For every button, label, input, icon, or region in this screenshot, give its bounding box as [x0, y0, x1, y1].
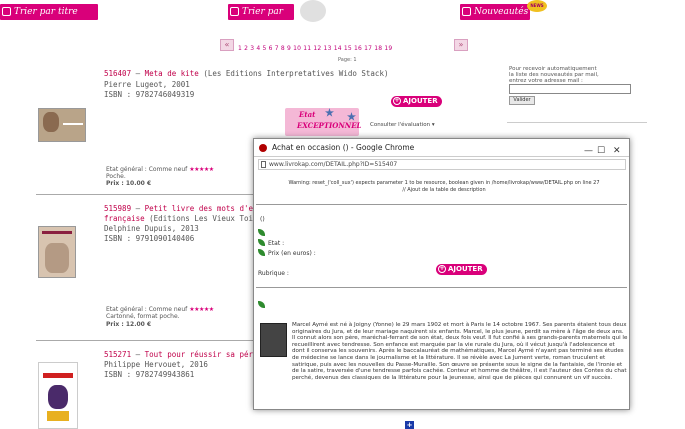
book-2-cover-illustration [45, 243, 69, 273]
book-2-extra: Cartonné, format poche. [106, 313, 180, 320]
book-1-cover-text [63, 123, 83, 125]
book-2-cover-title [42, 231, 72, 234]
book-2-header-2: française (Editions Les Vieux Toiles) [104, 214, 271, 223]
add-to-cart-button-1[interactable]: + AJOUTER [391, 96, 442, 107]
popup-add-to-cart-label: AJOUTER [448, 265, 483, 273]
book-3-isbn: ISBN : 9782749943861 [104, 370, 195, 379]
page-indicator: Page: 1 [338, 57, 357, 63]
plus-icon: + [438, 265, 446, 273]
newsletter-submit-button[interactable]: Valider [509, 96, 535, 105]
book-1-publisher: (Les Editions Interpretatives Wido Stack… [198, 69, 389, 78]
popup-title-bar[interactable]: Achat en occasion () - Google Chrome — ☐… [254, 139, 629, 157]
news-badge: NEWS [527, 0, 547, 12]
popup-address-bar[interactable]: www.livrokap.com/DETAIL.php?ID=515407 [258, 159, 626, 170]
php-warning-line-2: // Ajout de la table de description [402, 187, 486, 193]
leaf-icon [258, 239, 265, 246]
leaf-icon [258, 301, 265, 308]
book-1-dash: – [131, 69, 145, 78]
popup-window[interactable]: Achat en occasion () - Google Chrome — ☐… [253, 138, 630, 410]
pager-prev-button[interactable]: « [220, 39, 234, 51]
book-2-author: Delphine Dupuis, 2013 [104, 224, 199, 233]
new-items-label: Nouveautés [474, 7, 529, 17]
book-2-isbn: ISBN : 9791090140406 [104, 234, 195, 243]
expand-plus-button[interactable]: + [405, 421, 414, 429]
php-warning-line-1: Warning: reset_('coll_sux') expects para… [288, 180, 600, 186]
book-1-price-label: Prix : [106, 180, 126, 187]
popup-divider [256, 287, 627, 288]
book-1-stars: ★★★★★ [189, 166, 214, 173]
chrome-icon [259, 144, 267, 152]
popup-prix-label: Prix (en euros) : [268, 250, 316, 257]
sort-by-price-button[interactable]: Trier par prix [228, 4, 294, 33]
sidebar-divider [507, 122, 647, 123]
book-2-state-label: Etat général : Comme neuf [106, 306, 188, 313]
star-icon: ★ [347, 112, 356, 123]
pager-pages[interactable]: 1 2 3 4 5 6 7 8 9 10 11 12 13 14 15 16 1… [238, 45, 392, 52]
popup-title: Achat en occasion () - Google Chrome [272, 143, 415, 152]
book-2-ref[interactable]: 515989 [104, 204, 131, 213]
popup-url-text: www.livrokap.com/DETAIL.php?ID=515407 [269, 161, 398, 168]
leaf-icon [258, 249, 265, 256]
popup-divider [256, 204, 627, 205]
book-1-ref[interactable]: 516407 [104, 69, 131, 78]
sort-by-price-label: Trier par prix [242, 7, 284, 33]
pager-next-button[interactable]: » [454, 39, 468, 51]
plus-icon: + [393, 97, 401, 105]
sort-icon [230, 7, 239, 16]
author-biography: Marcel Aymé est né à Joigny (Yonne) le 2… [292, 322, 628, 381]
etat-line-1: Etat [299, 110, 316, 119]
sort-by-title-button[interactable]: Trier par titre [0, 4, 98, 20]
book-2-price: Prix : 12.00 € [106, 321, 151, 328]
book-3-dash: – [131, 350, 145, 359]
author-photo [260, 323, 287, 357]
book-1-isbn: ISBN : 9782746049319 [104, 90, 195, 99]
book-2-cover[interactable] [38, 226, 76, 278]
book-1-extra: Poche. [106, 173, 126, 180]
minimize-button[interactable]: — [584, 142, 593, 160]
popup-etat-label: Etat : [268, 240, 285, 247]
book-2-title-2[interactable]: française [104, 214, 145, 223]
book-1-cover[interactable] [38, 108, 86, 142]
book-2-dash: – [131, 204, 145, 213]
maximize-button[interactable]: ☐ [597, 142, 605, 160]
sort-by-title-label: Trier par titre [14, 7, 78, 17]
etat-evaluation-select[interactable]: Consulter l'évaluation ▾ [370, 122, 450, 131]
book-1-cover-portrait [43, 112, 59, 132]
add-to-cart-label: AJOUTER [403, 97, 438, 105]
book-2-price-value: 12.00 € [125, 321, 152, 328]
book-1-price: Prix : 10.00 € [106, 180, 151, 187]
book-1-state-label: Etat général : Comme neuf [106, 166, 188, 173]
leaf-icon [258, 229, 265, 236]
sort-icon [2, 7, 11, 16]
book-3-ref[interactable]: 515271 [104, 350, 131, 359]
book-1-header: 516407 – Meta de kite (Les Editions Inte… [104, 69, 388, 78]
page-icon [261, 161, 266, 168]
book-divider [36, 340, 254, 341]
book-divider [36, 194, 254, 195]
popup-index: () [260, 216, 265, 223]
newsletter-email-input[interactable] [509, 84, 631, 94]
book-3-cover[interactable] [38, 362, 78, 429]
star-icon: ★ [325, 108, 334, 119]
book-1-state: Etat général : Comme neuf ★★★★★ [106, 166, 214, 173]
sort-icon [462, 7, 471, 16]
popup-rubrique-label: Rubrique : [258, 270, 289, 277]
book-3-cover-title [43, 373, 73, 378]
book-2-stars: ★★★★★ [189, 306, 214, 313]
book-3-cover-base [47, 411, 69, 421]
mascot-icon [300, 0, 326, 22]
close-button[interactable]: ✕ [613, 142, 621, 160]
book-1-price-value: 10.00 € [125, 180, 152, 187]
book-3-author: Philippe Hervouet, 2016 [104, 360, 208, 369]
book-1-author: Pierre Lugeot, 2001 [104, 80, 190, 89]
book-2-state: Etat général : Comme neuf ★★★★★ [106, 306, 214, 313]
popup-add-to-cart-button[interactable]: + AJOUTER [436, 264, 487, 275]
etat-exceptionnel-badge: Etat EXCEPTIONNEL ★ ★ [285, 108, 361, 136]
book-3-cover-illustration [48, 385, 68, 409]
book-1-title[interactable]: Meta de kite [145, 69, 199, 78]
new-items-button[interactable]: Nouveautés [460, 4, 530, 20]
book-2-price-label: Prix : [106, 321, 126, 328]
